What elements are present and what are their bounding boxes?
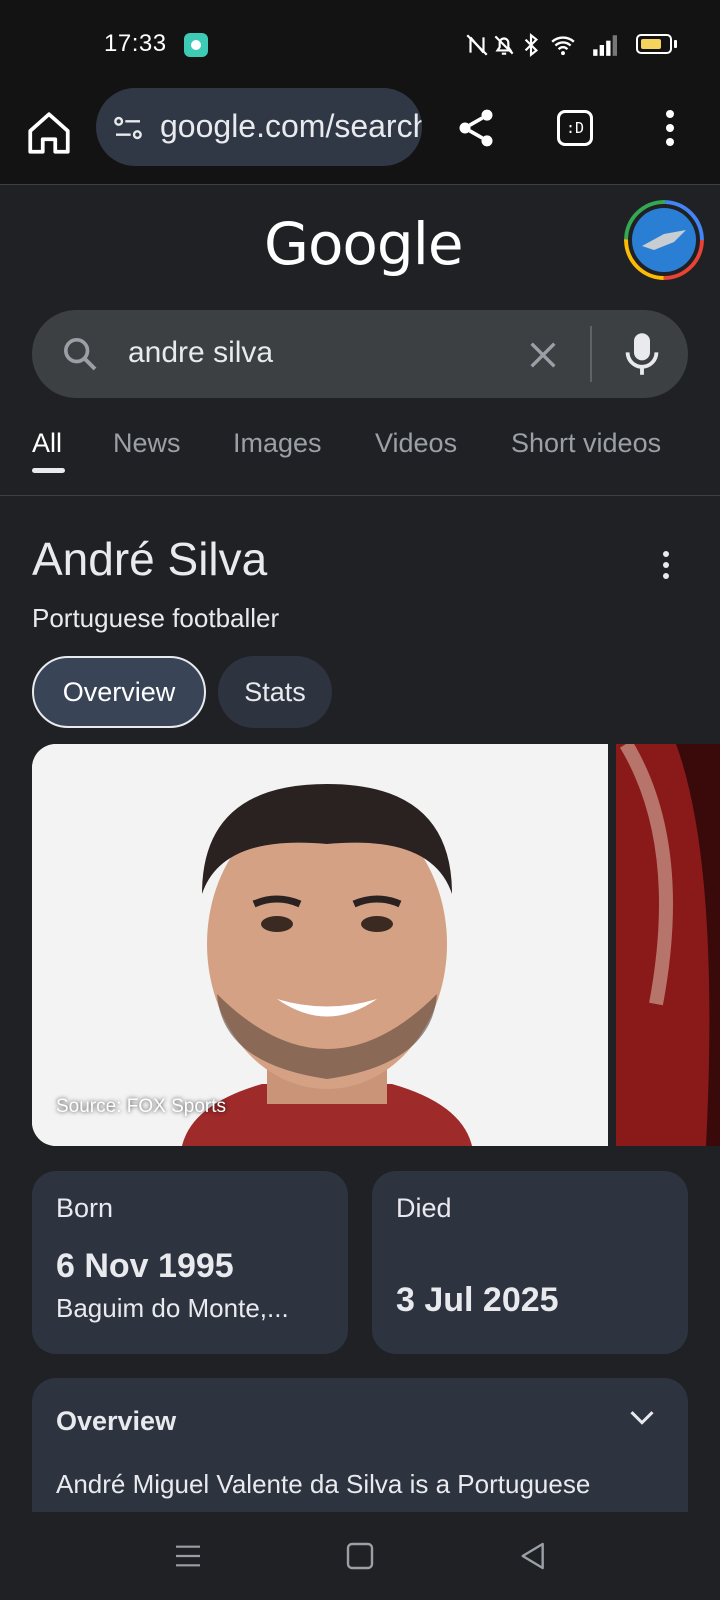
clear-icon[interactable] bbox=[526, 338, 560, 372]
tab-videos[interactable]: Videos bbox=[375, 428, 457, 459]
recents-icon[interactable] bbox=[172, 1540, 204, 1572]
back-icon[interactable] bbox=[516, 1540, 548, 1572]
status-time: 17:33 bbox=[104, 30, 167, 57]
battery-tip bbox=[674, 40, 677, 48]
wifi-icon bbox=[551, 36, 575, 56]
chevron-down-icon[interactable] bbox=[628, 1408, 656, 1428]
entity-title: André Silva bbox=[32, 533, 268, 585]
signal-icon bbox=[593, 35, 617, 56]
tabs-divider bbox=[0, 495, 720, 496]
battery-icon bbox=[636, 34, 672, 54]
search-box[interactable]: andre silva bbox=[32, 310, 688, 398]
google-logo: Google bbox=[264, 210, 464, 278]
died-label: Died bbox=[396, 1193, 452, 1223]
overview-card[interactable]: Overview André Miguel Valente da Silva i… bbox=[32, 1378, 688, 1518]
photo-thumbnail bbox=[616, 744, 720, 1146]
portrait-illustration bbox=[32, 744, 608, 1146]
app-notification-icon bbox=[184, 33, 208, 57]
search-input[interactable]: andre silva bbox=[128, 336, 273, 370]
photo-source: Source: FOX Sports bbox=[56, 1096, 227, 1117]
overview-title: Overview bbox=[56, 1406, 177, 1436]
account-avatar[interactable] bbox=[624, 200, 704, 280]
home-nav-icon[interactable] bbox=[344, 1540, 376, 1572]
url-text[interactable]: google.com/search bbox=[160, 108, 422, 145]
died-card[interactable]: Died 3 Jul 2025 bbox=[372, 1171, 688, 1354]
mic-icon[interactable] bbox=[622, 330, 662, 378]
overview-text: André Miguel Valente da Silva is a Portu… bbox=[56, 1469, 591, 1518]
tab-all[interactable]: All bbox=[32, 428, 62, 459]
chip-overview[interactable]: Overview bbox=[32, 656, 206, 728]
entity-subtitle: Portuguese footballer bbox=[32, 603, 280, 633]
nfc-off-icon bbox=[466, 34, 488, 56]
died-date: 3 Jul 2025 bbox=[396, 1281, 559, 1319]
status-bar: 17:33 bbox=[0, 0, 720, 88]
system-navigation-bar bbox=[0, 1512, 720, 1600]
search-divider bbox=[590, 326, 592, 382]
more-vert-icon[interactable] bbox=[660, 108, 680, 148]
tab-selected-indicator bbox=[32, 468, 65, 473]
born-card[interactable]: Born 6 Nov 1995 Baguim do Monte,... bbox=[32, 1171, 348, 1354]
tabs-icon[interactable]: :D bbox=[557, 110, 593, 146]
tab-news[interactable]: News bbox=[113, 428, 181, 459]
search-icon bbox=[64, 338, 97, 371]
battery-fill bbox=[641, 39, 661, 49]
entity-photo-secondary[interactable] bbox=[616, 744, 720, 1146]
bell-off-icon bbox=[494, 35, 514, 55]
home-icon[interactable] bbox=[24, 108, 74, 158]
entity-photo[interactable]: Source: FOX Sports bbox=[32, 744, 608, 1146]
address-bar[interactable]: google.com/search bbox=[96, 88, 422, 166]
bluetooth-icon bbox=[524, 32, 539, 58]
tab-short-videos[interactable]: Short videos bbox=[511, 428, 661, 459]
share-icon[interactable] bbox=[454, 106, 498, 150]
born-date: 6 Nov 1995 bbox=[56, 1247, 234, 1285]
tab-images[interactable]: Images bbox=[233, 428, 322, 459]
born-place: Baguim do Monte,... bbox=[56, 1293, 289, 1323]
site-settings-icon[interactable] bbox=[112, 112, 144, 144]
chip-stats[interactable]: Stats bbox=[218, 656, 332, 728]
born-label: Born bbox=[56, 1193, 114, 1223]
more-vert-icon[interactable] bbox=[660, 550, 672, 580]
